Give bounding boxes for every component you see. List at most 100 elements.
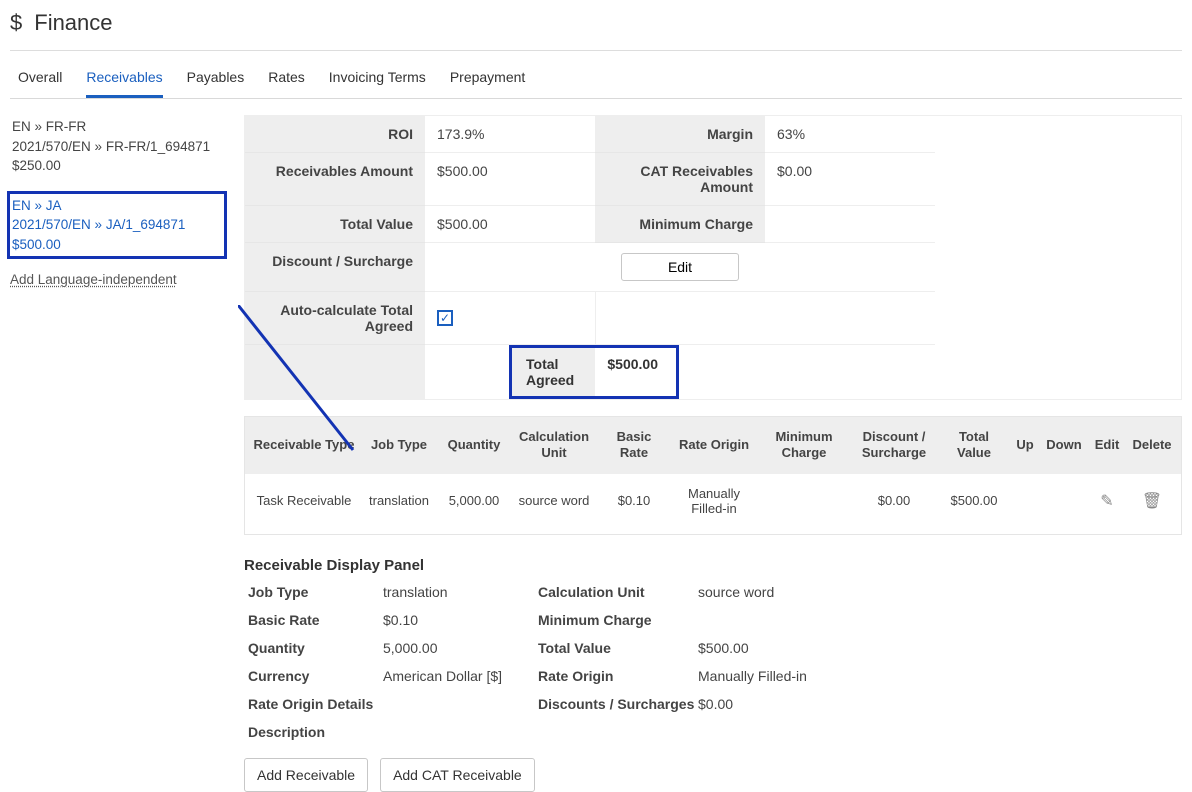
spacer (538, 724, 698, 740)
receivable-display-panel: Job Type translation Calculation Unit so… (244, 584, 1182, 740)
roi-value: 173.9% (425, 116, 595, 153)
cell-calc-unit: source word (509, 491, 599, 510)
total-agreed-highlight: Total Agreed $500.00 (509, 345, 679, 399)
label-rate-origin-details: Rate Origin Details (248, 696, 538, 712)
col-job-type: Job Type (359, 433, 439, 457)
autocalc-label: Auto-calculate Total Agreed (245, 292, 425, 345)
edit-discount-button[interactable]: Edit (621, 253, 739, 281)
label-total-value: Total Value (538, 640, 698, 656)
label-description: Description (248, 724, 538, 740)
trash-icon: 🗑 (1142, 493, 1162, 510)
page-title: Finance (34, 10, 112, 36)
value-currency: American Dollar [$] (383, 668, 538, 684)
label-currency: Currency (248, 668, 383, 684)
col-edit: Edit (1087, 433, 1127, 457)
minimum-charge-label: Minimum Charge (595, 206, 765, 243)
delete-row-button[interactable]: 🗑 (1127, 489, 1177, 513)
col-up: Up (1009, 433, 1041, 457)
total-agreed-row: Total Agreed $500.00 (245, 345, 595, 399)
col-discount: Discount / Surcharge (849, 425, 939, 466)
label-discounts: Discounts / Surcharges (538, 696, 698, 712)
dollar-icon: $ (10, 10, 22, 36)
sidebar-item-en-ja[interactable]: EN » JA 2021/570/EN » JA/1_694871 $500.0… (10, 194, 224, 257)
cell-job-type: translation (359, 491, 439, 510)
finance-tabs: Overall Receivables Payables Rates Invoi… (10, 69, 1182, 99)
cat-receivables-amount-label: CAT Receivables Amount (595, 153, 765, 206)
value-quantity: 5,000.00 (383, 640, 538, 656)
value-discounts: $0.00 (698, 696, 858, 712)
cell-rate-origin: Manually Filled-in (669, 484, 759, 518)
cat-receivables-amount-value: $0.00 (765, 153, 935, 206)
pencil-icon: ✎ (1100, 493, 1113, 510)
spacer (765, 345, 935, 399)
tab-invoicing-terms[interactable]: Invoicing Terms (329, 69, 426, 98)
cell-down (1041, 499, 1087, 503)
value-total-value: $500.00 (698, 640, 858, 656)
sidebar-pair: EN » JA (12, 196, 222, 216)
receivable-display-panel-title: Receivable Display Panel (244, 557, 1182, 574)
tab-rates[interactable]: Rates (268, 69, 305, 98)
label-min-charge: Minimum Charge (538, 612, 698, 628)
margin-value: 63% (765, 116, 935, 153)
add-cat-receivable-button[interactable]: Add CAT Receivable (380, 758, 535, 792)
summary-grid: ROI 173.9% Margin 63% Receivables Amount… (244, 115, 1182, 400)
receivables-table: Receivable Type Job Type Quantity Calcul… (244, 416, 1182, 535)
discount-surcharge-cell (425, 243, 595, 292)
table-header-row: Receivable Type Job Type Quantity Calcul… (245, 417, 1181, 474)
spacer (595, 292, 765, 345)
value-basic-rate: $0.10 (383, 612, 538, 628)
total-value-label: Total Value (245, 206, 425, 243)
total-agreed-label: Total Agreed (512, 348, 595, 396)
tab-prepayment[interactable]: Prepayment (450, 69, 525, 98)
spacer (698, 724, 858, 740)
edit-row-button[interactable]: ✎ (1087, 489, 1127, 513)
receivables-amount-label: Receivables Amount (245, 153, 425, 206)
language-sidebar: EN » FR-FR 2021/570/EN » FR-FR/1_694871 … (10, 115, 236, 792)
minimum-charge-value (765, 206, 935, 243)
value-calc-unit: source word (698, 584, 858, 600)
spacer (765, 243, 935, 292)
add-receivable-button[interactable]: Add Receivable (244, 758, 368, 792)
cell-basic-rate: $0.10 (599, 491, 669, 510)
discount-surcharge-label: Discount / Surcharge (245, 243, 425, 292)
margin-label: Margin (595, 116, 765, 153)
cell-total-value: $500.00 (939, 491, 1009, 510)
col-receivable-type: Receivable Type (249, 433, 359, 457)
page-header: $ Finance (10, 0, 1182, 51)
sidebar-ref: 2021/570/EN » FR-FR/1_694871 (12, 137, 222, 157)
roi-label: ROI (245, 116, 425, 153)
table-row: Task Receivable translation 5,000.00 sou… (245, 474, 1181, 534)
col-basic-rate: Basic Rate (599, 425, 669, 466)
col-calc-unit: Calculation Unit (509, 425, 599, 466)
sidebar-ref: 2021/570/EN » JA/1_694871 (12, 215, 222, 235)
tab-receivables[interactable]: Receivables (86, 69, 162, 98)
col-delete: Delete (1127, 433, 1177, 457)
spacer (765, 292, 935, 345)
label-basic-rate: Basic Rate (248, 612, 383, 628)
value-job-type: translation (383, 584, 538, 600)
action-button-row: Add Receivable Add CAT Receivable (244, 758, 1182, 792)
col-quantity: Quantity (439, 433, 509, 457)
total-value-value: $500.00 (425, 206, 595, 243)
add-language-independent-link[interactable]: Add Language-independent (10, 272, 224, 287)
autocalc-checkbox[interactable]: ✓ (437, 310, 453, 326)
sidebar-item-en-fr[interactable]: EN » FR-FR 2021/570/EN » FR-FR/1_694871 … (10, 115, 224, 178)
discount-edit-cell: Edit (595, 243, 765, 292)
receivables-content: ROI 173.9% Margin 63% Receivables Amount… (236, 115, 1182, 792)
total-agreed-value: $500.00 (595, 348, 676, 396)
receivables-amount-value: $500.00 (425, 153, 595, 206)
cell-up (1009, 499, 1041, 503)
tab-overall[interactable]: Overall (18, 69, 62, 98)
tab-payables[interactable]: Payables (187, 69, 245, 98)
value-min-charge (698, 612, 858, 628)
label-rate-origin: Rate Origin (538, 668, 698, 684)
cell-discount: $0.00 (849, 491, 939, 510)
cell-min-charge (759, 499, 849, 503)
label-job-type: Job Type (248, 584, 383, 600)
sidebar-amount: $500.00 (12, 235, 222, 255)
cell-quantity: 5,000.00 (439, 491, 509, 510)
sidebar-pair: EN » FR-FR (12, 117, 222, 137)
autocalc-cell: ✓ (425, 292, 595, 345)
col-total-value: Total Value (939, 425, 1009, 466)
value-rate-origin: Manually Filled-in (698, 668, 858, 684)
